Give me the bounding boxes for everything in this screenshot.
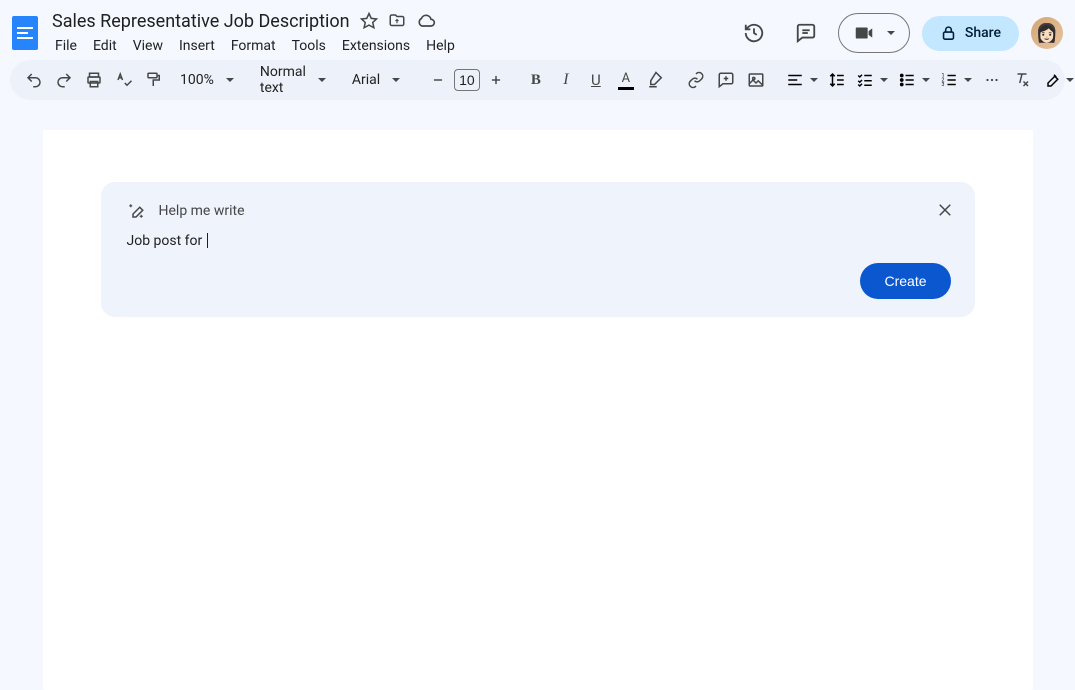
chevron-down-icon [318, 78, 326, 82]
star-icon[interactable] [360, 12, 378, 30]
font-value: Arial [346, 72, 386, 88]
header-bar: Sales Representative Job Description Fil… [0, 0, 1075, 58]
redo-button[interactable] [50, 66, 78, 94]
menu-format[interactable]: Format [224, 35, 283, 57]
move-icon[interactable] [388, 12, 406, 30]
insert-link-button[interactable] [682, 66, 710, 94]
menu-tools[interactable]: Tools [285, 35, 333, 57]
paint-format-button[interactable] [140, 66, 168, 94]
document-page[interactable]: Help me write Job post for Create [43, 130, 1033, 690]
chevron-down-icon [964, 78, 972, 82]
text-cursor [207, 233, 208, 248]
menu-extensions[interactable]: Extensions [335, 35, 417, 57]
highlight-button[interactable] [642, 66, 670, 94]
chevron-down-icon [226, 78, 234, 82]
font-size-input[interactable] [454, 69, 480, 91]
increase-font-button[interactable] [482, 66, 510, 94]
help-me-write-panel: Help me write Job post for Create [101, 182, 975, 317]
cloud-status-icon[interactable] [416, 11, 436, 31]
magic-pencil-icon [127, 202, 145, 220]
menubar: File Edit View Insert Format Tools Exten… [48, 35, 734, 57]
editing-mode-dropdown[interactable] [1038, 69, 1075, 91]
comments-icon[interactable] [786, 13, 826, 53]
more-options-button[interactable] [978, 66, 1006, 94]
align-dropdown[interactable] [782, 69, 822, 91]
chevron-down-icon [392, 78, 400, 82]
menu-help[interactable]: Help [419, 35, 462, 57]
ai-prompt-input[interactable]: Job post for [127, 230, 951, 249]
menu-edit[interactable]: Edit [86, 35, 124, 57]
title-area: Sales Representative Job Description Fil… [48, 10, 734, 57]
add-comment-button[interactable] [712, 66, 740, 94]
style-value: Normal text [254, 64, 312, 96]
chevron-down-icon [887, 31, 895, 35]
line-spacing-dropdown[interactable] [824, 69, 850, 91]
zoom-value: 100% [174, 72, 220, 88]
menu-file[interactable]: File [48, 35, 84, 57]
account-avatar[interactable]: 👩🏻 [1031, 17, 1063, 49]
create-button[interactable]: Create [860, 263, 950, 299]
chevron-down-icon [922, 78, 930, 82]
docs-logo-icon[interactable] [12, 16, 38, 50]
checklist-dropdown[interactable] [852, 69, 892, 91]
document-title[interactable]: Sales Representative Job Description [48, 10, 354, 33]
zoom-dropdown[interactable]: 100% [170, 70, 238, 90]
close-button[interactable] [931, 196, 959, 224]
paragraph-style-dropdown[interactable]: Normal text [250, 62, 330, 98]
numbered-list-dropdown[interactable]: 123 [936, 69, 976, 91]
menu-insert[interactable]: Insert [172, 35, 222, 57]
document-area: Help me write Job post for Create [0, 100, 1075, 690]
spellcheck-button[interactable] [110, 66, 138, 94]
share-button[interactable]: Share [922, 16, 1019, 51]
undo-button[interactable] [20, 66, 48, 94]
text-color-button[interactable]: A [612, 66, 640, 94]
ai-panel-title: Help me write [159, 203, 245, 219]
bold-button[interactable]: B [522, 66, 550, 94]
font-dropdown[interactable]: Arial [342, 70, 412, 90]
print-button[interactable] [80, 66, 108, 94]
menu-view[interactable]: View [126, 35, 170, 57]
chevron-down-icon [810, 78, 818, 82]
share-label: Share [965, 25, 1001, 41]
history-icon[interactable] [734, 13, 774, 53]
italic-button[interactable]: I [552, 66, 580, 94]
video-call-button[interactable] [838, 13, 910, 53]
clear-formatting-button[interactable] [1008, 66, 1036, 94]
underline-button[interactable]: U [582, 66, 610, 94]
decrease-font-button[interactable] [424, 66, 452, 94]
insert-image-button[interactable] [742, 66, 770, 94]
svg-text:3: 3 [941, 82, 944, 88]
bulleted-list-dropdown[interactable] [894, 69, 934, 91]
chevron-down-icon [1066, 78, 1074, 82]
toolbar: 100% Normal text Arial B I U A [10, 60, 1065, 100]
header-right: Share 👩🏻 [734, 13, 1063, 53]
ai-prompt-text: Job post for [127, 233, 206, 249]
ai-panel-header: Help me write [127, 202, 951, 220]
chevron-down-icon [880, 78, 888, 82]
